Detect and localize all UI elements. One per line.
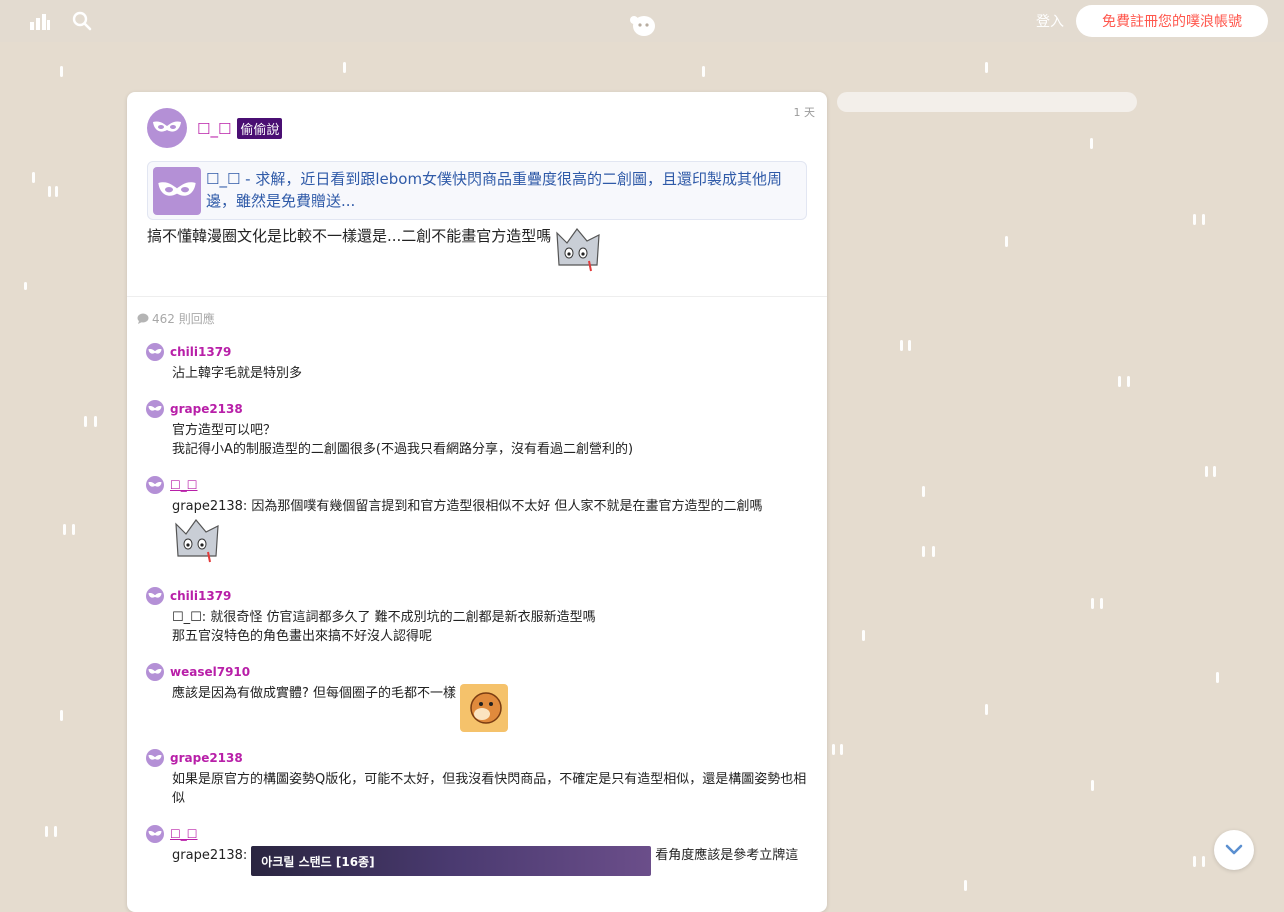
post-author[interactable]: ☐_☐ (197, 120, 231, 138)
avatar[interactable] (146, 587, 164, 605)
mask-icon (148, 481, 162, 487)
list-item: weasel7910 應該是因為有做成實體? 但每個圈子的毛都不一樣 (127, 662, 827, 732)
reply-count-text: 462 則回應 (152, 312, 215, 326)
response-text: 沾上韓字毛就是特別多 (172, 366, 303, 381)
list-item: ☐_☐ grape2138: 因為那個噗有幾個留言提到和官方造型很相似不太好 但… (127, 475, 827, 570)
avatar[interactable] (146, 400, 164, 418)
avatar[interactable] (146, 343, 164, 361)
response-username[interactable]: grape2138 (170, 751, 243, 765)
response-username[interactable]: chili1379 (170, 589, 231, 603)
plurk-card: 1 天 ☐_☐ 偷偷說 ☐_☐ - 求解，近日看到跟lebom女僕快閃商品重疊度… (127, 92, 827, 912)
mask-icon (148, 405, 162, 411)
post-content: 搞不懂韓漫圈文化是比較不一樣還是...二創不能畫官方造型嗎 (147, 225, 605, 273)
mask-icon (148, 348, 162, 354)
response-text: 如果是原官方的構圖姿勢Q版化，可能不太好，但我沒看快閃商品，不確定是只有造型相似… (172, 772, 807, 806)
quote-text[interactable]: ☐_☐ - 求解，近日看到跟lebom女僕快閃商品重疊度很高的二創圖，且還印製成… (206, 168, 800, 212)
response-username[interactable]: chili1379 (170, 345, 231, 359)
quoted-plurk[interactable]: ☐_☐ - 求解，近日看到跟lebom女僕快閃商品重疊度很高的二創圖，且還印製成… (147, 161, 807, 220)
divider (127, 296, 827, 297)
anonymous-badge: 偷偷說 (237, 118, 283, 139)
response-username[interactable]: grape2138 (170, 402, 243, 416)
mask-icon (148, 592, 162, 598)
avatar[interactable] (147, 108, 187, 148)
post-text: 搞不懂韓漫圈文化是比較不一樣還是...二創不能畫官方造型嗎 (147, 227, 552, 245)
quote-avatar (153, 167, 201, 215)
search-icon[interactable] (70, 9, 94, 33)
response-text: ☐_☐: 就很奇怪 仿官這詞都多久了 難不成別坑的二創都是新衣服新造型嗎 (172, 610, 596, 625)
top-navbar: 登入 免費註冊您的噗浪帳號 (0, 0, 1284, 42)
attached-image[interactable]: 아크릴 스탠드 [16종] (251, 846, 652, 876)
husky-emoticon-icon (556, 228, 600, 272)
response-username[interactable]: weasel7910 (170, 665, 250, 679)
post-author-line: ☐_☐ 偷偷說 (197, 118, 283, 139)
avatar[interactable] (146, 663, 164, 681)
mask-icon (148, 830, 162, 836)
plurk-logo-icon[interactable] (628, 11, 658, 39)
avatar[interactable] (146, 825, 164, 843)
mask-icon (153, 121, 181, 132)
response-list: chili1379 沾上韓字毛就是特別多 grape2138 官方造型可以吧？ … (127, 342, 827, 892)
list-item: chili1379 沾上韓字毛就是特別多 (127, 342, 827, 383)
avatar[interactable] (146, 749, 164, 767)
list-item: ☐_☐ grape2138: 아크릴 스탠드 [16종] 看角度應該是參考立牌這 (127, 824, 827, 876)
response-username[interactable]: ☐_☐ (170, 827, 198, 841)
comment-icon (137, 313, 149, 324)
scroll-down-button[interactable] (1214, 830, 1254, 870)
response-text: 我記得小A的制服造型的二創圖很多(不過我只看網路分享，沒有看過二創營利的) (172, 442, 634, 457)
response-username[interactable]: ☐_☐ (170, 478, 198, 492)
response-text: grape2138: 因為那個噗有幾個留言提到和官方造型很相似不太好 但人家不就… (172, 499, 763, 514)
login-link[interactable]: 登入 (1036, 11, 1064, 31)
mask-icon (148, 668, 162, 674)
response-text: grape2138: (172, 848, 248, 863)
reply-count: 462 則回應 (137, 310, 215, 327)
register-button[interactable]: 免費註冊您的噗浪帳號 (1076, 5, 1268, 37)
post-time: 1 天 (793, 106, 816, 119)
husky-emoticon-icon (175, 519, 219, 563)
response-text: 應該是因為有做成實體? 但每個圈子的毛都不一樣 (172, 686, 457, 701)
fox-emoticon-icon (460, 684, 509, 732)
image-caption: 아크릴 스탠드 [16종] (261, 855, 375, 869)
response-text: 看角度應該是參考立牌這 (655, 848, 799, 863)
chevron-down-icon (1225, 844, 1243, 855)
response-text: 那五官沒特色的角色畫出來搞不好沒人認得呢 (172, 629, 433, 644)
list-item: chili1379 ☐_☐: 就很奇怪 仿官這詞都多久了 難不成別坑的二創都是新… (127, 586, 827, 646)
list-item: grape2138 如果是原官方的構圖姿勢Q版化，可能不太好，但我沒看快閃商品，… (127, 748, 827, 808)
stats-icon[interactable] (28, 9, 52, 33)
mask-icon (158, 182, 196, 196)
mask-icon (148, 754, 162, 760)
sidebar-placeholder (837, 92, 1137, 112)
avatar[interactable] (146, 476, 164, 494)
response-text: 官方造型可以吧？ (172, 423, 277, 438)
list-item: grape2138 官方造型可以吧？ 我記得小A的制服造型的二創圖很多(不過我只… (127, 399, 827, 459)
